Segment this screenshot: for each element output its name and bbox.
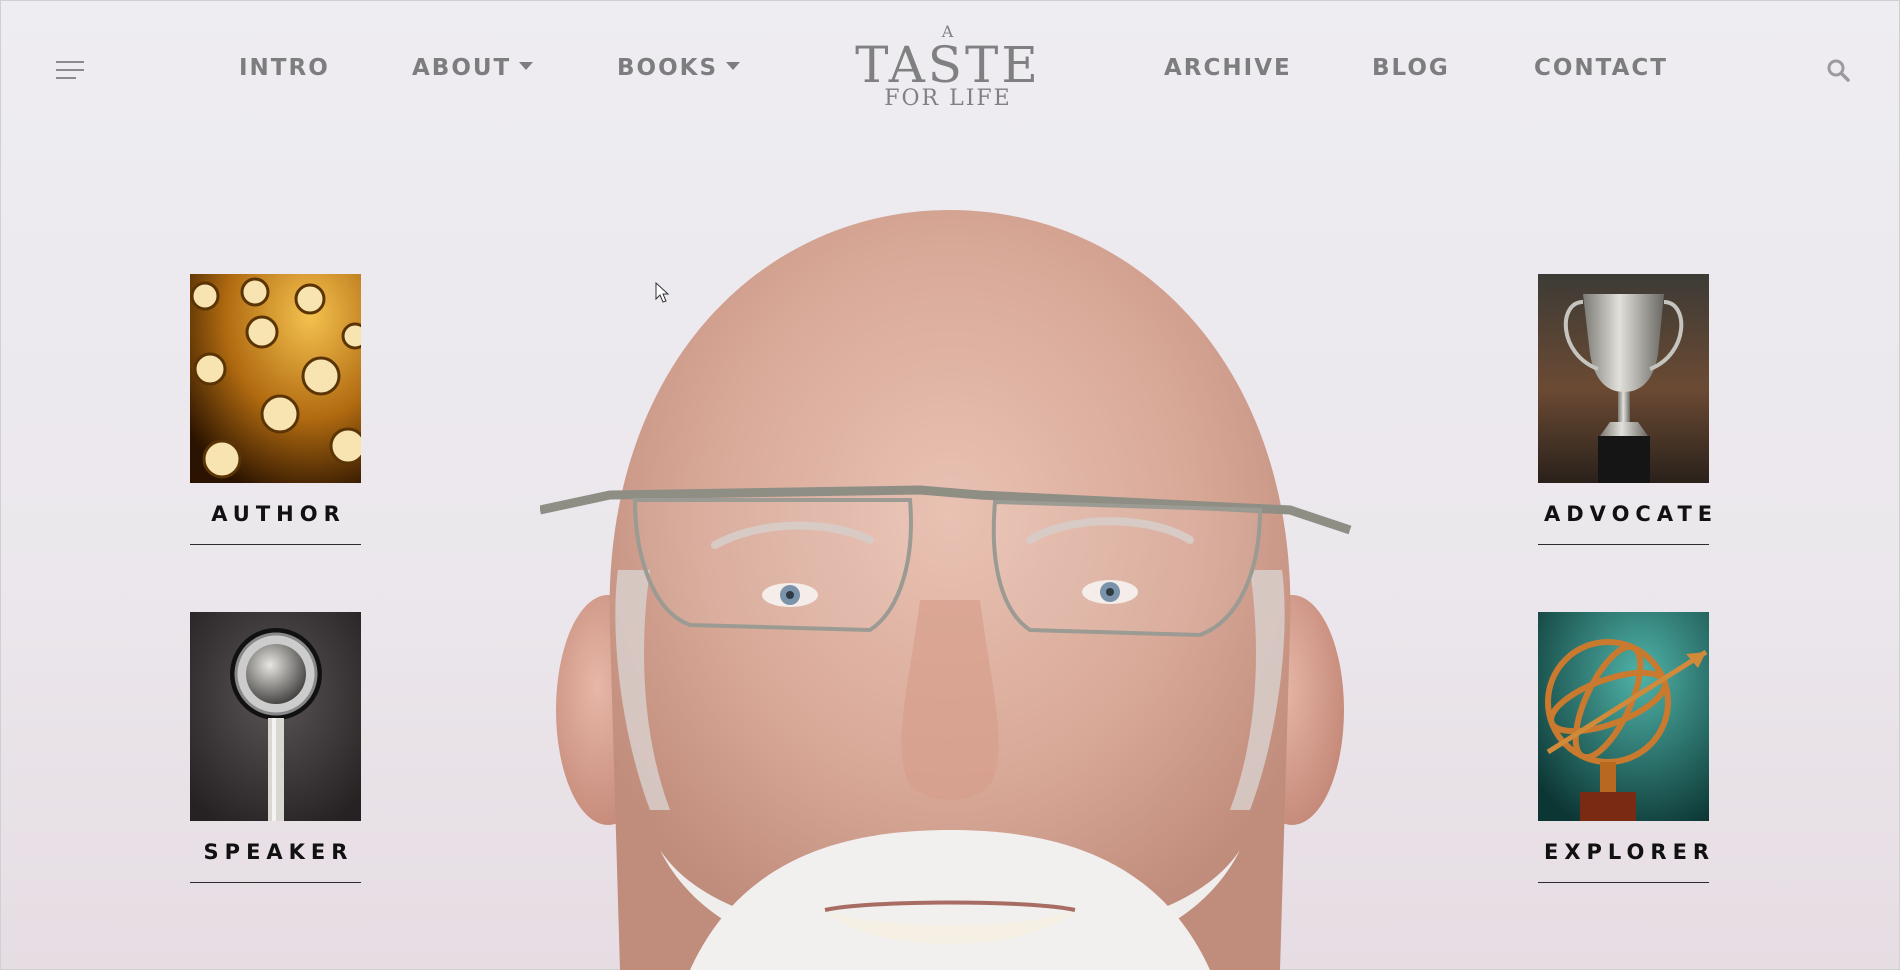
logo-line-2: TASTE	[855, 36, 1041, 94]
tile-advocate-label: ADVOCATE	[1544, 502, 1719, 526]
search-icon[interactable]	[1826, 58, 1850, 82]
tile-speaker-label: SPEAKER	[203, 840, 354, 864]
nav-books-label: BOOKS	[617, 55, 719, 81]
mouse-cursor-icon	[655, 282, 670, 303]
nav-intro[interactable]: INTRO	[239, 55, 330, 81]
divider	[190, 544, 361, 545]
tile-explorer-label: EXPLORER	[1544, 840, 1716, 864]
divider	[190, 882, 361, 883]
silver-trophy-image	[1538, 274, 1709, 483]
divider	[1538, 544, 1709, 545]
nav-blog[interactable]: BLOG	[1372, 55, 1450, 81]
tile-speaker[interactable]: SPEAKER	[190, 612, 361, 883]
nav-about-label: ABOUT	[412, 55, 512, 81]
nav-archive[interactable]: ARCHIVE	[1164, 55, 1292, 81]
nav-books[interactable]: BOOKS	[617, 55, 741, 81]
armillary-sphere-image	[1538, 612, 1709, 821]
nav-about[interactable]: ABOUT	[412, 55, 534, 81]
typewriter-keys-image	[190, 274, 361, 483]
tile-author-label: AUTHOR	[211, 502, 346, 526]
tile-explorer[interactable]: EXPLORER	[1538, 612, 1709, 883]
tile-author[interactable]: AUTHOR	[190, 274, 361, 545]
caret-down-icon	[726, 61, 741, 70]
nav-contact[interactable]: CONTACT	[1534, 55, 1668, 81]
hamburger-menu-icon[interactable]	[56, 61, 84, 79]
vintage-microphone-image	[190, 612, 361, 821]
divider	[1538, 882, 1709, 883]
portrait-image	[540, 210, 1352, 970]
site-logo[interactable]: A TASTE FOR LIFE	[848, 24, 1048, 110]
caret-down-icon	[519, 61, 534, 70]
tile-advocate[interactable]: ADVOCATE	[1538, 274, 1719, 545]
